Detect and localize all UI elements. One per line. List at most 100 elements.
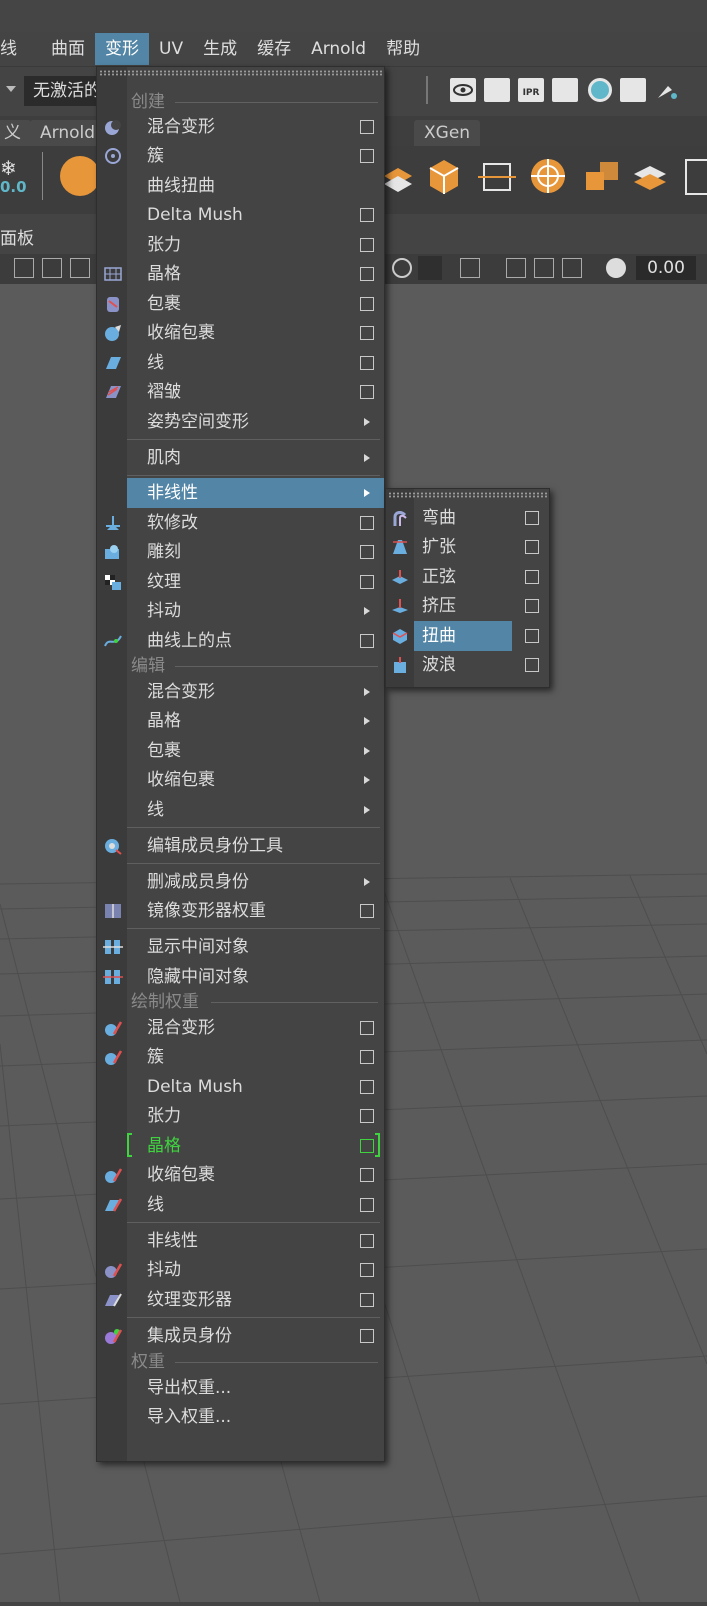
menu-item-paint-lattice[interactable]: 晶格	[127, 1131, 384, 1161]
xray-components-icon[interactable]	[562, 258, 582, 278]
menu-item-prune-membership[interactable]: 删减成员身份	[127, 867, 384, 897]
shelf-tab-arnold[interactable]: Arnold	[30, 120, 106, 146]
option-box[interactable]	[360, 1168, 374, 1182]
shelf-cube-icon[interactable]	[424, 154, 470, 200]
select-highlight-icon[interactable]	[460, 258, 480, 278]
shelf-select-icon[interactable]	[682, 154, 707, 200]
option-box[interactable]	[525, 599, 539, 613]
eye-icon[interactable]	[450, 78, 476, 102]
menu-item-wrinkle[interactable]: 褶皱	[106, 377, 384, 407]
option-box[interactable]	[360, 516, 374, 530]
menu-item-delta-mush[interactable]: Delta Mush	[127, 200, 384, 230]
option-box[interactable]	[360, 545, 374, 559]
menu-item-blend-shape[interactable]: 混合变形	[105, 112, 384, 142]
menu-item-soft-mod[interactable]: 软修改	[106, 508, 384, 538]
texture-icon[interactable]	[70, 258, 90, 278]
option-box[interactable]	[525, 511, 539, 525]
xray-joints-icon[interactable]	[534, 258, 554, 278]
shelf-boxes-icon[interactable]	[580, 154, 626, 200]
menu-item-paint-set-membership[interactable]: 集成员身份	[105, 1321, 384, 1351]
menu-item-sculpt[interactable]: 雕刻	[105, 537, 384, 567]
option-box[interactable]	[360, 1293, 374, 1307]
xray-icon[interactable]	[506, 258, 526, 278]
shelf-tab-partial[interactable]: 义	[0, 120, 31, 146]
menu-arnold[interactable]: Arnold	[301, 33, 376, 65]
option-box[interactable]	[360, 1329, 374, 1343]
option-box[interactable]	[525, 629, 539, 643]
isolate-icon[interactable]	[392, 258, 412, 278]
submenu-item-sine[interactable]: 正弦	[386, 562, 549, 592]
image-plane-icon[interactable]	[42, 258, 62, 278]
menu-item-paint-delta-mush[interactable]: Delta Mush	[127, 1072, 384, 1102]
option-box[interactable]	[360, 297, 374, 311]
snowflake-icon[interactable]: ❄	[0, 156, 34, 180]
menu-item-show-intermediate[interactable]: 显示中间对象	[103, 932, 384, 962]
menu-item-lattice[interactable]: 晶格	[104, 259, 384, 289]
option-box[interactable]	[360, 238, 374, 252]
menu-item-pose-space[interactable]: 姿势空间变形	[127, 407, 384, 437]
render-view-icon[interactable]	[620, 78, 646, 102]
exposure-icon[interactable]	[606, 258, 626, 278]
submenu-item-flare[interactable]: 扩张	[386, 532, 549, 562]
menu-item-point-on-curve[interactable]: 曲线上的点	[104, 626, 384, 656]
menu-item-wrap[interactable]: 包裹	[107, 289, 384, 319]
option-box[interactable]	[360, 634, 374, 648]
option-box[interactable]	[360, 1198, 374, 1212]
option-box[interactable]	[360, 356, 374, 370]
option-box[interactable]	[360, 1080, 374, 1094]
menu-item-texture[interactable]: 纹理	[105, 567, 384, 597]
menu-item-edit-wire[interactable]: 线	[127, 795, 384, 825]
exposure-field[interactable]: 0.00	[636, 256, 696, 280]
option-box[interactable]	[360, 385, 374, 399]
menu-curves[interactable]: 线	[0, 33, 27, 65]
menu-item-nonlinear[interactable]: 非线性	[127, 478, 384, 508]
option-box[interactable]	[360, 1234, 374, 1248]
submenu-item-wave[interactable]: 波浪	[386, 650, 549, 680]
render-settings-icon[interactable]	[552, 78, 578, 102]
option-box[interactable]	[360, 1263, 374, 1277]
hypershade-icon[interactable]	[588, 78, 612, 102]
arnold-shelf-icon[interactable]	[60, 156, 100, 196]
submenu-item-bend[interactable]: 弯曲	[386, 503, 549, 533]
grid-icon[interactable]	[14, 258, 34, 278]
menu-item-paint-shrink-wrap[interactable]: 收缩包裹	[105, 1160, 384, 1190]
menu-item-mirror-weights[interactable]: 镜像变形器权重	[105, 896, 384, 926]
menu-item-edit-lattice[interactable]: 晶格	[127, 706, 384, 736]
clapper-icon[interactable]	[484, 78, 510, 102]
option-box[interactable]	[360, 326, 374, 340]
menu-item-export-weights[interactable]: 导出权重...	[127, 1373, 384, 1403]
shelf-target-icon[interactable]	[528, 154, 574, 200]
menu-item-cluster[interactable]: 簇	[105, 141, 384, 171]
menu-item-wire[interactable]: 线	[106, 348, 384, 378]
panel-menu-label[interactable]: 面板	[0, 224, 34, 249]
wireframe-icon[interactable]	[418, 256, 442, 280]
option-box[interactable]	[360, 1050, 374, 1064]
menu-generate[interactable]: 生成	[193, 33, 247, 65]
menu-item-paint-cluster[interactable]: 簇	[105, 1042, 384, 1072]
menu-item-muscle[interactable]: 肌肉	[127, 443, 384, 473]
option-box[interactable]	[360, 1109, 374, 1123]
option-box[interactable]	[525, 570, 539, 584]
menu-uv[interactable]: UV	[149, 33, 193, 65]
menu-item-paint-blend-shape[interactable]: 混合变形	[105, 1013, 384, 1043]
tear-off-handle[interactable]	[388, 492, 547, 498]
menu-item-paint-jiggle[interactable]: 抖动	[105, 1255, 384, 1285]
shelf-layers-icon[interactable]	[630, 154, 676, 200]
option-box[interactable]	[360, 904, 374, 918]
menu-item-paint-texture-deformer[interactable]: 纹理变形器	[105, 1285, 384, 1315]
menu-help[interactable]: 帮助	[376, 33, 430, 65]
menu-item-import-weights[interactable]: 导入权重...	[127, 1402, 384, 1432]
menu-cache[interactable]: 缓存	[247, 33, 301, 65]
option-box[interactable]	[360, 149, 374, 163]
option-box[interactable]	[360, 575, 374, 589]
menu-item-edit-shrink-wrap[interactable]: 收缩包裹	[127, 765, 384, 795]
menu-item-jiggle[interactable]: 抖动	[127, 596, 384, 626]
option-box[interactable]	[525, 540, 539, 554]
submenu-item-twist[interactable]: 扭曲	[386, 621, 549, 651]
submenu-item-squash[interactable]: 挤压	[386, 591, 549, 621]
tear-off-handle[interactable]	[99, 70, 382, 76]
option-box[interactable]	[360, 1139, 374, 1153]
menu-item-paint-nonlinear[interactable]: 非线性	[127, 1226, 384, 1256]
shelf-curve-icon[interactable]	[476, 154, 522, 200]
ipr-icon[interactable]: IPR	[518, 78, 544, 102]
